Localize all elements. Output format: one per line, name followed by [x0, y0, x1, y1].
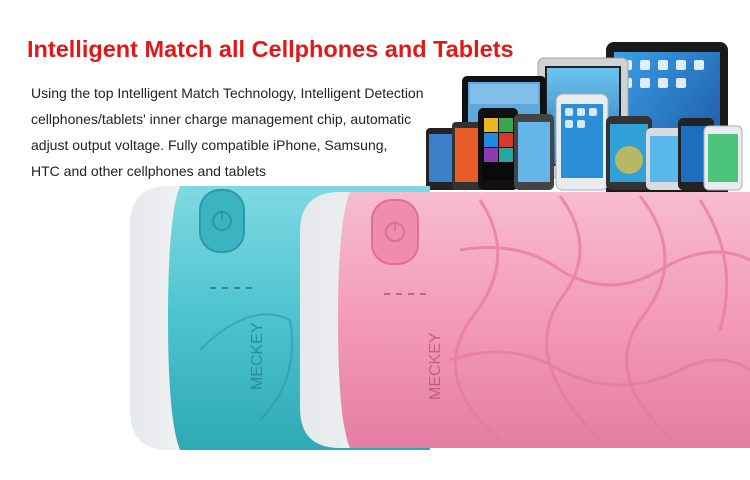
- phone-device: [606, 116, 652, 190]
- power-button: [371, 199, 419, 265]
- brand-logo: MECKEY: [427, 332, 444, 400]
- phone-device: [514, 114, 554, 190]
- pink-power-bank: MECKEY: [300, 192, 750, 448]
- phone-device: [703, 125, 743, 191]
- power-button: [199, 189, 245, 253]
- phone-device: [478, 108, 518, 190]
- device-illustration: MECKEY MECKEY: [130, 42, 750, 450]
- phone-device: [555, 93, 609, 191]
- brand-logo: MECKEY: [249, 322, 266, 390]
